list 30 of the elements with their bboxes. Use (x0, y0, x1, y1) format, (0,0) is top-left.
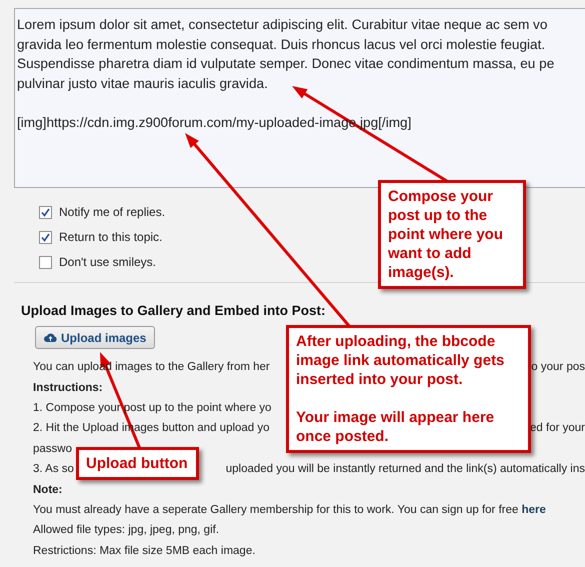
checkbox[interactable] (39, 206, 52, 218)
callout-text: After uploading, the bbcode image link automatically gets inserted into your post. (296, 332, 506, 389)
instruction-text: Allowed file types: jpg, jpeg, png, gif. (33, 524, 220, 536)
upload-images-button[interactable]: Upload images (35, 326, 156, 349)
checkbox[interactable] (39, 256, 52, 268)
instruction-text: ed for your (530, 422, 585, 434)
option-label: Don't use smileys. (59, 255, 156, 269)
instruction-text: o your pos (531, 361, 585, 374)
callout-text: Your image will appear here once posted. (296, 408, 496, 446)
post-text-line: pulvinar justo vitae mauris iaculis gravida. (17, 74, 268, 93)
section-label: Instructions: (33, 382, 103, 394)
instruction-text: passwo (33, 442, 72, 455)
instruction-text: 1. Compose your post up to the point where yo (33, 402, 272, 414)
callout-text: Compose your post up to the point where you want to add image(s). (388, 187, 504, 282)
post-textarea[interactable] (14, 8, 585, 188)
callout-text: Upload button (86, 454, 189, 473)
post-text-line: gravida leo fermentum molestie consequat. Duis rhoncus lacus vel orci molestie feugiat. (17, 36, 546, 54)
option-label: Notify me of replies. (59, 205, 166, 219)
instruction-text: You must already have a seperate Gallery membership for this to work. You can sign up for free (33, 504, 520, 516)
signup-link[interactable]: here (522, 504, 546, 516)
section-label: Note: (33, 484, 62, 496)
checkbox[interactable] (39, 230, 52, 244)
option-label: Return to this topic. (59, 230, 162, 244)
post-text-line: Lorem ipsum dolor sit amet, consectetur adipiscing elit. Curabitur vitae neque ac sem vo (17, 16, 548, 34)
instruction-text: Restrictions: Max file size 5MB each image. (33, 544, 256, 557)
section-heading: Upload Images to Gallery and Embed into Post: (21, 303, 327, 318)
post-text-line: Suspendisse pharetra diam id vulputate semper. Donec vitae condimentum massa, eu pe (17, 55, 554, 73)
cloud-upload-icon (44, 332, 57, 343)
instruction-text: uploaded you will be instantly returned and the link(s) automatically ins (226, 463, 585, 476)
instruction-text: 3. As so (33, 463, 74, 476)
